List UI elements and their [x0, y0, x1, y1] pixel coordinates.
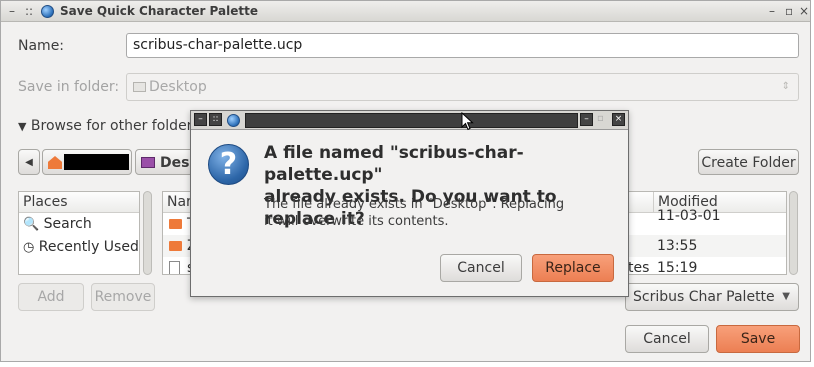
file-size: tes	[628, 260, 650, 275]
dialog-sticky-icon[interactable]: ::	[209, 113, 222, 126]
mouse-cursor-icon	[461, 112, 474, 131]
file-type-filter-value: Scribus Char Palette	[633, 289, 775, 305]
dialog-titlebar: – :: – ▫ ×	[191, 111, 628, 130]
dialog-secondary-text: The file already exists in "Desktop". Re…	[264, 196, 604, 230]
question-icon: ?	[208, 144, 249, 185]
path-back-button[interactable]: ◀	[18, 149, 40, 175]
save-in-folder-label: Save in folder:	[18, 79, 120, 95]
browse-label: Browse for other folders	[30, 118, 200, 134]
replace-button[interactable]: Replace	[532, 254, 614, 282]
name-label: Name:	[18, 38, 65, 54]
name-column-header[interactable]: Nar	[167, 194, 192, 210]
folder-icon	[169, 219, 182, 229]
combo-arrows-icon: ⇕	[781, 81, 790, 92]
save-in-folder-value: Desktop	[149, 79, 207, 95]
add-button[interactable]: Add	[18, 283, 84, 311]
dialog-minimize-icon[interactable]: –	[580, 113, 593, 126]
file-modified: 11-03-01	[657, 208, 721, 224]
cancel-button[interactable]: Cancel	[625, 325, 709, 353]
places-header: Places	[19, 192, 139, 213]
app-globe-icon	[41, 5, 54, 18]
places-item-partial[interactable]	[19, 259, 139, 269]
desktop-folder-icon	[141, 157, 155, 168]
places-item-recent[interactable]: ◷ Recently Used	[19, 236, 139, 259]
path-desktop-button[interactable]: Desk	[135, 149, 199, 175]
dialog-menu-icon[interactable]: –	[194, 113, 207, 126]
dialog-globe-icon	[227, 114, 240, 127]
folder-icon	[169, 241, 182, 251]
file-modified: 13:55	[657, 238, 698, 254]
places-pane: Places 🔍 Search ◷ Recently Used	[18, 191, 140, 275]
redacted-username	[64, 154, 129, 170]
dropdown-arrow-icon: ▼	[782, 291, 790, 302]
file-type-filter[interactable]: Scribus Char Palette ▼	[625, 283, 799, 311]
files-scrollbar[interactable]	[789, 191, 798, 275]
dialog-maximize-icon: ▫	[597, 113, 604, 124]
clock-icon: ◷	[23, 240, 35, 255]
dialog-primary-line: A file named "scribus-char-palette.ucp"	[264, 143, 524, 185]
desktop-icon	[133, 82, 146, 92]
dialog-cancel-button[interactable]: Cancel	[440, 254, 522, 282]
save-in-folder-combo[interactable]: Desktop ⇕	[126, 73, 799, 101]
home-icon	[48, 156, 62, 169]
window-menu-icon[interactable]: –	[9, 3, 15, 19]
close-icon[interactable]: ×	[799, 3, 809, 19]
window-title: Save Quick Character Palette	[60, 4, 258, 18]
browse-expander[interactable]: ▼ Browse for other folders	[18, 117, 200, 136]
dialog-title-area	[245, 113, 578, 128]
sticky-icon[interactable]: ::	[25, 3, 33, 19]
file-modified: 15:19	[657, 260, 698, 275]
create-folder-button[interactable]: Create Folder	[698, 149, 799, 175]
file-icon	[169, 261, 180, 274]
minimize-icon[interactable]: –	[769, 3, 775, 19]
replace-confirm-dialog: – :: – ▫ × ? A file named "scribus-char-…	[190, 110, 629, 297]
remove-button[interactable]: Remove	[91, 283, 155, 311]
window-titlebar: – :: Save Quick Character Palette – ▫ ×	[1, 1, 810, 22]
places-item-label: Recently Used	[38, 239, 139, 255]
expander-triangle-icon: ▼	[18, 120, 27, 133]
filename-input[interactable]: scribus-char-palette.ucp	[126, 33, 799, 58]
places-item-label: Search	[43, 216, 92, 232]
search-icon: 🔍	[23, 217, 40, 232]
places-scrollbar[interactable]	[143, 191, 152, 275]
save-button[interactable]: Save	[716, 325, 800, 353]
dialog-secondary-line: The file already exists in "Desktop". Re…	[264, 197, 565, 212]
dialog-close-icon[interactable]: ×	[612, 113, 625, 126]
dialog-secondary-line: it will overwrite its contents.	[264, 214, 449, 229]
maximize-icon[interactable]: ▫	[785, 3, 793, 19]
places-item-search[interactable]: 🔍 Search	[19, 213, 139, 236]
path-home-button[interactable]	[42, 149, 132, 175]
